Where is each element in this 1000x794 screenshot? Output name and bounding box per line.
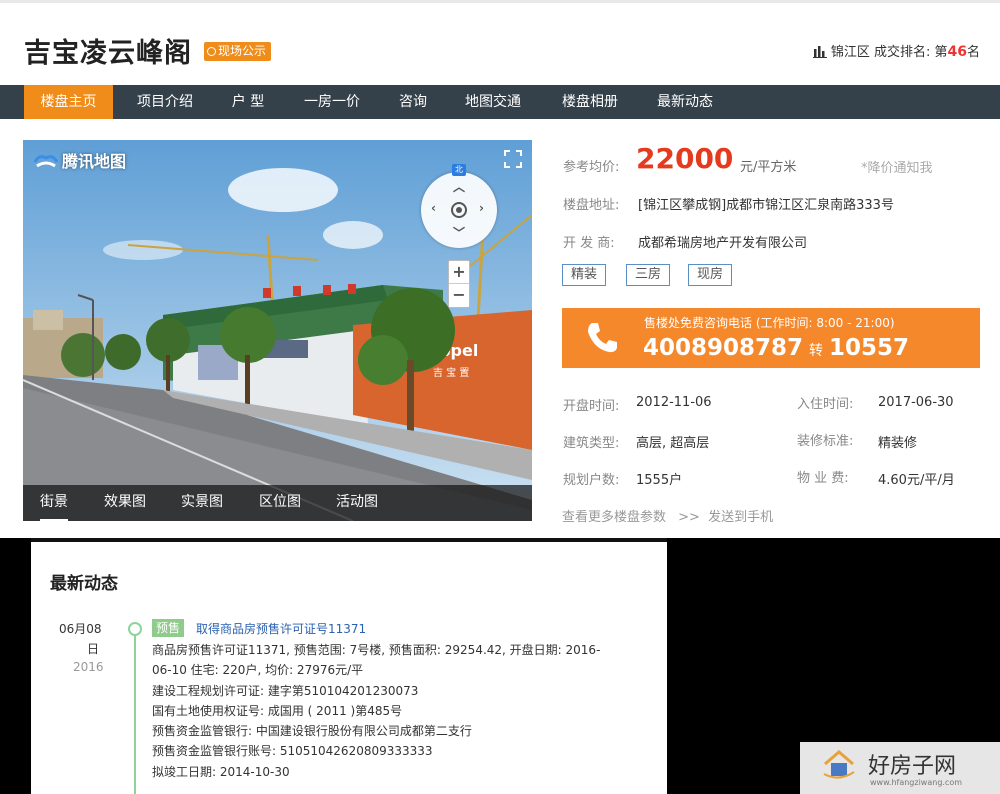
fullscreen-icon[interactable] <box>504 150 522 168</box>
rank-suffix: 名 <box>966 45 980 60</box>
main-nav: 楼盘主页 项目介绍 户 型 一房一价 咨询 地图交通 楼盘相册 最新动态 <box>0 85 1000 119</box>
live-icon <box>207 47 216 56</box>
price-value: 22000 <box>636 142 734 175</box>
more-links: 查看更多楼盘参数 >> 发送到手机 <box>562 506 773 525</box>
dark-margin-left <box>0 538 31 794</box>
timeline-line <box>134 634 136 794</box>
compass-control[interactable]: 北 ︿ ﹀ ‹ › <box>421 164 497 248</box>
news-date-year: 2016 <box>73 660 104 674</box>
send-to-phone-link[interactable]: 发送到手机 <box>708 510 773 525</box>
rank-info: 锦江区 成交排名: 第46名 <box>812 41 980 60</box>
nav-item-news[interactable]: 最新动态 <box>647 85 723 119</box>
decoration-label: 装修标准: <box>797 434 854 449</box>
phone-icon <box>588 323 617 353</box>
phone-zhuan: 转 <box>809 343 824 359</box>
rank-number: 46 <box>947 44 967 60</box>
zoom-in-button[interactable]: + <box>449 261 469 284</box>
rank-prefix: 锦江区 成交排名: 第 <box>830 45 948 60</box>
news-link[interactable]: 取得商品房预售许可证号11371 <box>196 620 366 637</box>
double-chevron-icon: >> <box>678 510 700 525</box>
tab-rendering[interactable]: 效果图 <box>104 485 146 521</box>
building-type-label: 建筑类型: <box>563 436 620 451</box>
map-tabs: 街景 效果图 实景图 区位图 活动图 <box>23 485 532 521</box>
tencent-map-label: 腾讯地图 <box>62 152 127 171</box>
units-value: 1555户 <box>636 473 683 488</box>
tab-location[interactable]: 区位图 <box>259 485 301 521</box>
news-date-day: 日 <box>87 642 100 656</box>
latest-news-panel: 最新动态 06月08 日 2016 预售 取得商品房预售许可证号11371 商品… <box>31 542 667 794</box>
price-notify-link[interactable]: *降价通知我 <box>861 157 933 176</box>
pan-right-icon[interactable]: › <box>479 201 484 215</box>
pan-up-icon[interactable]: ︿ <box>453 178 465 195</box>
bar-chart-icon <box>812 46 827 58</box>
watermark-text: 好房子网 <box>868 754 957 779</box>
news-date-month-day: 06月08 <box>59 622 102 636</box>
open-date-label: 开盘时间: <box>563 399 620 414</box>
more-params-link[interactable]: 查看更多楼盘参数 <box>562 510 666 525</box>
news-line: 拟竣工日期: 2014-10-30 <box>152 765 290 779</box>
tencent-map-logo: 腾讯地图 <box>33 148 126 172</box>
news-line: 国有土地使用权证号: 成国用 ( 2011 )第485号 <box>152 704 403 718</box>
phone-hint: 售楼处免费咨询电话 (工作时间: 8:00 - 21:00) <box>644 316 895 330</box>
live-badge-label: 现场公示 <box>218 44 267 58</box>
tencent-map-icon <box>33 155 59 168</box>
address-label: 楼盘地址: <box>563 198 620 213</box>
units-label: 规划户数: <box>563 473 620 488</box>
page-title: 吉宝凌云峰阁 <box>24 38 192 69</box>
pan-down-icon[interactable]: ﹀ <box>453 224 465 241</box>
decoration-value: 精装修 <box>878 436 918 451</box>
news-line: 建设工程规划许可证: 建字第510104201230073 <box>152 684 419 698</box>
developer-value: 成都希瑞房地产开发有限公司 <box>638 236 808 251</box>
checkin-date-label: 入住时间: <box>797 397 854 412</box>
property-fee-label: 物 业 费: <box>797 471 849 486</box>
latest-news-title: 最新动态 <box>50 574 118 594</box>
nav-item-map[interactable]: 地图交通 <box>455 85 531 119</box>
presale-badge: 预售 <box>152 619 185 637</box>
property-fee-value: 4.60元/平/月 <box>878 473 955 488</box>
house-logo-icon <box>823 750 855 779</box>
nav-item-intro[interactable]: 项目介绍 <box>125 85 205 119</box>
tab-street-view[interactable]: 街景 <box>40 485 68 521</box>
nav-item-home[interactable]: 楼盘主页 <box>24 85 113 119</box>
tag-ready-house: 现房 <box>688 264 733 286</box>
zoom-control: + − <box>448 260 470 308</box>
phone-number: 4008908787 转 10557 <box>643 335 909 361</box>
address-value: [锦江区攀成钢]成都市锦江区汇泉南路333号 <box>638 198 894 213</box>
news-line: 06-10 住宅: 220户, 均价: 27976元/平 <box>152 663 364 677</box>
news-line: 预售资金监管银行账号: 51051042620809333333 <box>152 744 433 758</box>
price-label: 参考均价: <box>563 160 620 175</box>
page: 吉宝凌云峰阁 现场公示 锦江区 成交排名: 第46名 楼盘主页 项目介绍 户 型… <box>0 0 1000 794</box>
news-line: 预售资金监管银行: 中国建设银行股份有限公司成都第二支行 <box>152 724 472 738</box>
open-date-value: 2012-11-06 <box>636 395 712 410</box>
tab-activity[interactable]: 活动图 <box>336 485 378 521</box>
street-view-map[interactable]: keppel 吉 宝 置 腾讯地图 <box>23 140 532 521</box>
nav-item-consult[interactable]: 咨询 <box>388 85 438 119</box>
watermark-url: www.hfangziwang.com <box>870 778 963 787</box>
compass-center-icon[interactable] <box>451 202 467 218</box>
developer-label: 开 发 商: <box>563 236 615 251</box>
nav-item-album[interactable]: 楼盘相册 <box>552 85 628 119</box>
header: 吉宝凌云峰阁 现场公示 锦江区 成交排名: 第46名 <box>0 0 1000 85</box>
pan-left-icon[interactable]: ‹ <box>431 201 436 215</box>
phone-ext: 10557 <box>829 335 910 361</box>
watermark: 好房子网 www.hfangziwang.com <box>800 742 1000 794</box>
phone-main: 4008908787 <box>643 335 804 361</box>
tag-decorated: 精装 <box>562 264 607 286</box>
keppel-sign-sub: 吉 宝 置 <box>433 366 469 379</box>
price-unit: 元/平方米 <box>740 160 797 175</box>
nav-item-price-list[interactable]: 一房一价 <box>292 85 372 119</box>
live-badge[interactable]: 现场公示 <box>204 42 272 61</box>
tag-three-room: 三房 <box>626 264 671 286</box>
news-line: 商品房预售许可证11371, 预售范围: 7号楼, 预售面积: 29254.42… <box>152 643 601 657</box>
nav-item-floorplan[interactable]: 户 型 <box>218 85 278 119</box>
timeline-dot-icon <box>128 622 142 636</box>
tab-real-photo[interactable]: 实景图 <box>181 485 223 521</box>
compass-north: 北 <box>452 164 466 176</box>
zoom-out-button[interactable]: − <box>449 284 469 307</box>
phone-box[interactable]: 售楼处免费咨询电话 (工作时间: 8:00 - 21:00) 400890878… <box>562 308 980 368</box>
checkin-date-value: 2017-06-30 <box>878 395 954 410</box>
building-type-value: 高层, 超高层 <box>636 436 710 451</box>
